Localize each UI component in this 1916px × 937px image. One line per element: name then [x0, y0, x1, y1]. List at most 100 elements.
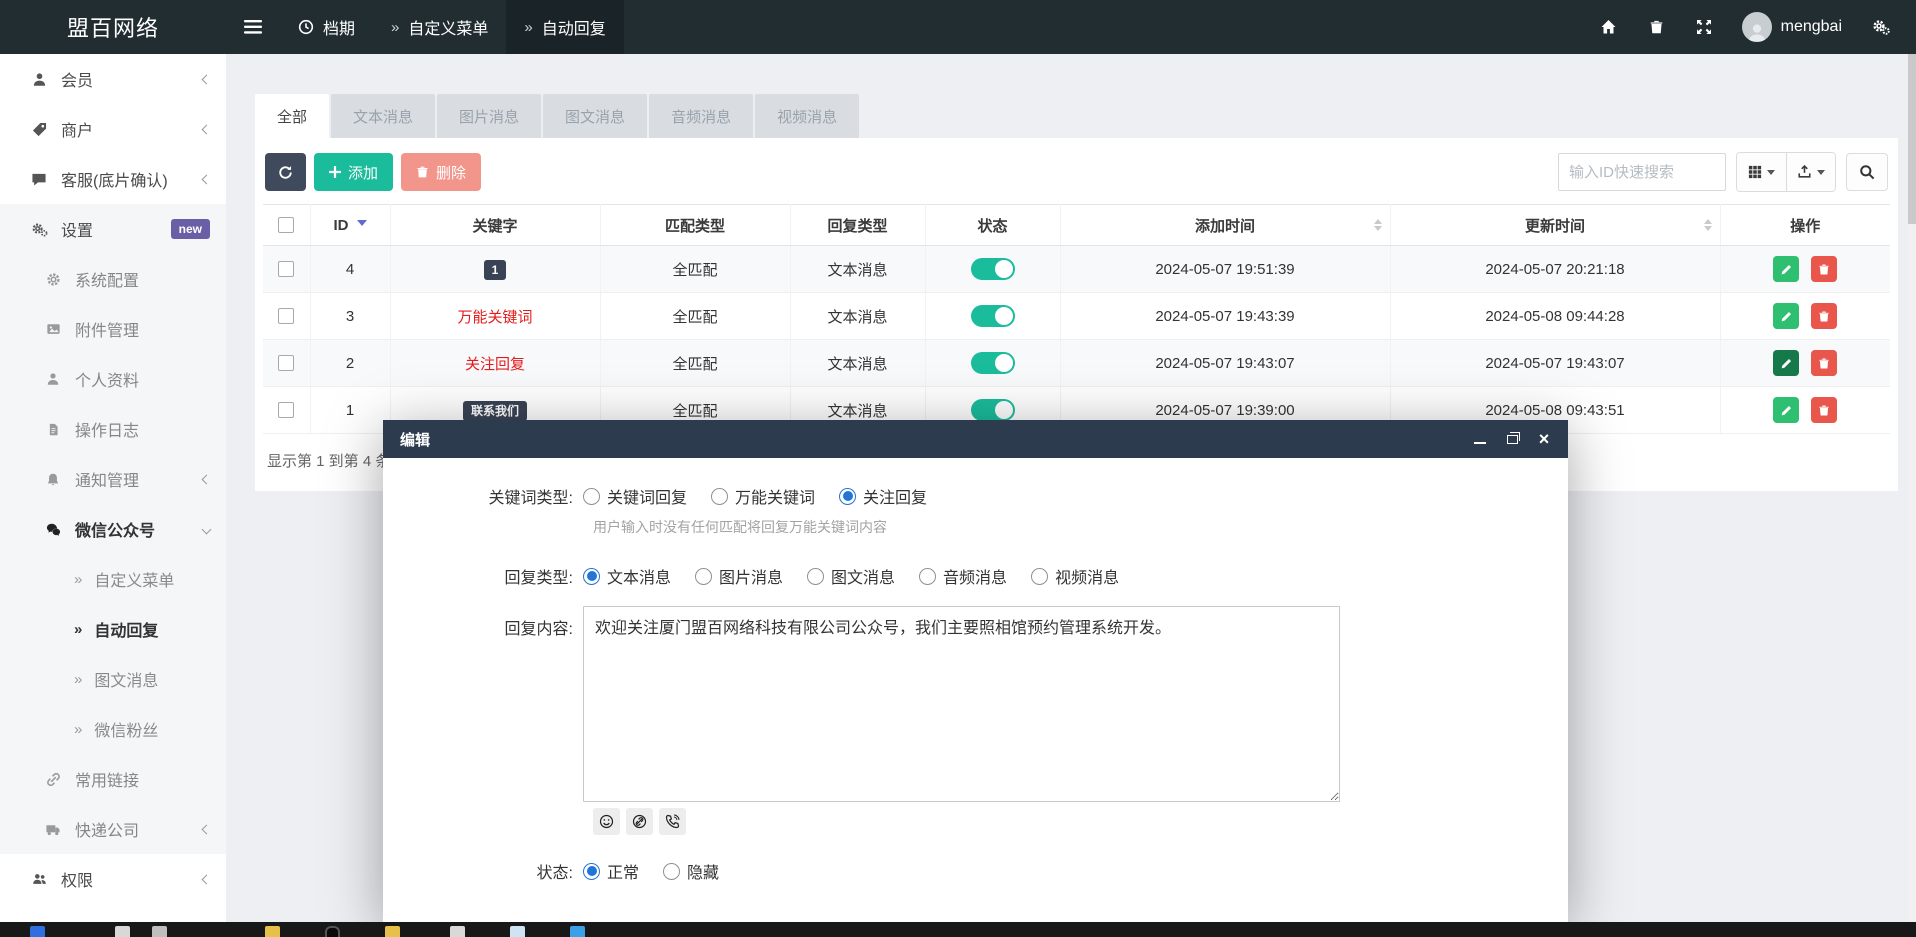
insert-phone-button[interactable]: [659, 808, 686, 835]
link-icon: [44, 772, 62, 787]
sidebar-item-members[interactable]: 会员: [0, 54, 226, 104]
radio-article-message[interactable]: 图文消息: [807, 564, 895, 588]
search-icon: [1859, 164, 1875, 180]
fullscreen-button[interactable]: [1680, 0, 1728, 54]
sidebar-item-attachments[interactable]: 附件管理: [0, 304, 226, 354]
row-checkbox[interactable]: [278, 261, 294, 277]
sidebar-item-articles[interactable]: » 图文消息: [0, 654, 226, 704]
tab-video-message[interactable]: 视频消息: [755, 94, 859, 138]
radio-universal-keyword[interactable]: 万能关键词: [711, 484, 815, 508]
edit-button[interactable]: [1773, 397, 1799, 423]
sidebar-item-merchants[interactable]: 商户: [0, 104, 226, 154]
auto-reply-table: ID 关键字 匹配类型 回复类型 状态 添加时间 更新时间 操作 4 1 全匹配…: [263, 204, 1890, 434]
edit-button[interactable]: [1773, 256, 1799, 282]
status-toggle[interactable]: [971, 352, 1015, 374]
select-all-header[interactable]: [263, 205, 310, 246]
modal-header[interactable]: 编辑 ×: [383, 420, 1568, 458]
scrollbar-thumb[interactable]: [1908, 54, 1916, 224]
row-delete-button[interactable]: [1811, 397, 1837, 423]
wechat-icon: [44, 522, 62, 537]
circle-icon[interactable]: [325, 926, 340, 937]
column-header-reply-type[interactable]: 回复类型: [790, 205, 925, 246]
sidebar-item-wechat-fans[interactable]: » 微信粉丝: [0, 704, 226, 754]
tab-text-message[interactable]: 文本消息: [331, 94, 435, 138]
radio-image-message[interactable]: 图片消息: [695, 564, 783, 588]
column-header-updated[interactable]: 更新时间: [1390, 205, 1720, 246]
maximize-button[interactable]: [1505, 432, 1519, 446]
search-input[interactable]: [1558, 153, 1726, 191]
insert-link-button[interactable]: [626, 808, 653, 835]
radio-follow-reply[interactable]: 关注回复: [839, 484, 927, 508]
emoji-button[interactable]: [593, 808, 620, 835]
row-checkbox[interactable]: [278, 308, 294, 324]
home-button[interactable]: [1584, 0, 1633, 54]
sidebar-item-profile[interactable]: 个人资料: [0, 354, 226, 404]
folder-icon[interactable]: [265, 926, 280, 937]
folder-icon[interactable]: [385, 926, 400, 937]
radio-status-hidden[interactable]: 隐藏: [663, 859, 719, 883]
sidebar-item-express-company[interactable]: 快递公司: [0, 804, 226, 854]
reply-content-textarea[interactable]: 欢迎关注厦门盟百网络科技有限公司公众号，我们主要照相馆预约管理系统开发。: [583, 606, 1340, 802]
row-delete-button[interactable]: [1811, 303, 1837, 329]
row-checkbox[interactable]: [278, 402, 294, 418]
minimize-button[interactable]: [1473, 432, 1487, 446]
sidebar-item-system-config[interactable]: 系统配置: [0, 254, 226, 304]
image-icon[interactable]: [510, 926, 525, 937]
sidebar-item-notifications[interactable]: 通知管理: [0, 454, 226, 504]
sidebar-item-wechat-official[interactable]: 微信公众号: [0, 504, 226, 554]
sidebar-item-custom-menu[interactable]: » 自定义菜单: [0, 554, 226, 604]
tab-all[interactable]: 全部: [255, 94, 329, 138]
radio-video-message[interactable]: 视频消息: [1031, 564, 1119, 588]
radio-audio-message[interactable]: 音频消息: [919, 564, 1007, 588]
radio-text-message[interactable]: 文本消息: [583, 564, 671, 588]
column-header-id[interactable]: ID: [310, 205, 390, 246]
radio-keyword-reply[interactable]: 关键词回复: [583, 484, 687, 508]
edit-button[interactable]: [1773, 303, 1799, 329]
column-header-created[interactable]: 添加时间: [1060, 205, 1390, 246]
sidebar-toggle-button[interactable]: [226, 0, 280, 54]
sidebar-item-service[interactable]: 客服(底片确认): [0, 154, 226, 204]
user-menu[interactable]: mengbai: [1728, 12, 1856, 42]
sidebar-item-permissions[interactable]: 权限: [0, 854, 226, 904]
row-checkbox[interactable]: [278, 355, 294, 371]
page-scrollbar[interactable]: [1908, 54, 1916, 922]
refresh-button[interactable]: [265, 153, 306, 191]
export-button[interactable]: [1786, 153, 1835, 191]
status-toggle[interactable]: [971, 399, 1015, 421]
folder-icon[interactable]: [450, 926, 465, 937]
chevron-left-icon: [202, 474, 212, 484]
sidebar-item-operation-log[interactable]: 操作日志: [0, 404, 226, 454]
columns-toggle-button[interactable]: [1737, 153, 1786, 191]
modal-close-button[interactable]: ×: [1537, 432, 1551, 446]
edit-button-active[interactable]: [1773, 350, 1799, 376]
app-icon[interactable]: [115, 926, 130, 937]
add-button[interactable]: 添加: [314, 153, 393, 191]
sidebar-item-common-links[interactable]: 常用链接: [0, 754, 226, 804]
sidebar-item-settings[interactable]: 设置 new: [0, 204, 226, 254]
column-header-status[interactable]: 状态: [925, 205, 1060, 246]
app-icon[interactable]: [570, 926, 585, 937]
status-toggle[interactable]: [971, 305, 1015, 327]
status-toggle[interactable]: [971, 258, 1015, 280]
start-icon[interactable]: [30, 926, 45, 937]
sidebar-item-auto-reply[interactable]: » 自动回复: [0, 604, 226, 654]
nav-tab-custom-menu[interactable]: » 自定义菜单: [373, 0, 506, 54]
caret-down-icon: [1817, 170, 1825, 179]
gear-icon: [44, 272, 62, 287]
tab-article-message[interactable]: 图文消息: [543, 94, 647, 138]
row-delete-button[interactable]: [1811, 256, 1837, 282]
delete-button[interactable]: 删除: [401, 153, 481, 191]
tab-audio-message[interactable]: 音频消息: [649, 94, 753, 138]
select-all-checkbox[interactable]: [278, 217, 294, 233]
row-delete-button[interactable]: [1811, 350, 1837, 376]
search-button[interactable]: [1846, 153, 1888, 191]
column-header-keyword[interactable]: 关键字: [390, 205, 600, 246]
tab-image-message[interactable]: 图片消息: [437, 94, 541, 138]
settings-button[interactable]: [1856, 0, 1906, 54]
radio-status-normal[interactable]: 正常: [583, 859, 639, 883]
clear-cache-button[interactable]: [1633, 0, 1680, 54]
column-header-match-type[interactable]: 匹配类型: [600, 205, 790, 246]
nav-tab-auto-reply[interactable]: » 自动回复: [506, 0, 623, 54]
app-icon[interactable]: [152, 926, 167, 937]
nav-tab-schedule[interactable]: 档期: [280, 0, 373, 54]
